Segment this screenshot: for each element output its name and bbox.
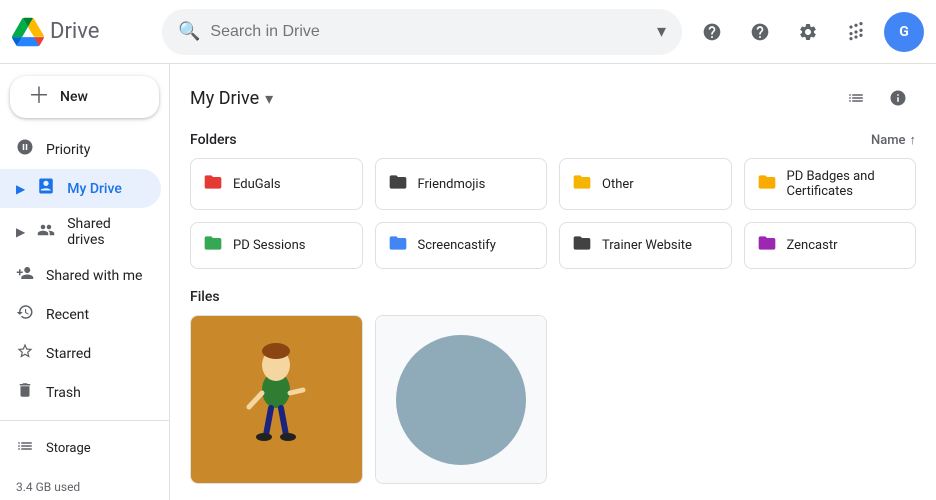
new-plus-icon: ＋ bbox=[28, 86, 50, 108]
drive-logo-icon bbox=[12, 16, 44, 48]
starred-icon bbox=[16, 342, 34, 365]
account-button[interactable]: G bbox=[884, 12, 924, 52]
search-bar[interactable]: 🔍 ▾ bbox=[162, 9, 682, 55]
sidebar-item-starred[interactable]: Starred bbox=[0, 334, 161, 373]
folder-card-pd-badges[interactable]: PD Badges and Certificates bbox=[744, 158, 917, 210]
content-area: My Drive ▾ Folders Name ↑ bbox=[170, 64, 936, 500]
my-drive-icon bbox=[37, 177, 55, 200]
recent-icon bbox=[16, 303, 34, 326]
search-dropdown-icon[interactable]: ▾ bbox=[657, 21, 666, 42]
sidebar-item-recent[interactable]: Recent bbox=[0, 295, 161, 334]
folder-card-friendmojis[interactable]: Friendmojis bbox=[375, 158, 548, 210]
list-view-button[interactable] bbox=[838, 80, 874, 116]
shared-with-me-icon bbox=[16, 264, 34, 287]
drawing-circle bbox=[396, 335, 526, 465]
folder-name-trainer-website: Trainer Website bbox=[602, 238, 692, 253]
storage-label: Storage bbox=[46, 441, 91, 456]
drive-title[interactable]: My Drive ▾ bbox=[190, 88, 273, 109]
sidebar-item-priority[interactable]: Priority bbox=[0, 130, 161, 169]
main-layout: ＋ New Priority ▶ My Drive ▶ Shared drive… bbox=[0, 64, 936, 500]
apps-button[interactable] bbox=[836, 12, 876, 52]
sidebar-item-trash-label: Trash bbox=[46, 385, 81, 401]
sidebar-item-my-drive-label: My Drive bbox=[67, 181, 122, 197]
drive-title-text: My Drive bbox=[190, 88, 259, 109]
bitmoji-figure bbox=[231, 335, 321, 465]
storage-used-label: 3.4 GB used bbox=[16, 480, 80, 494]
sort-arrow-icon: ↑ bbox=[910, 132, 917, 148]
priority-icon bbox=[16, 138, 34, 161]
folder-name-pd-badges: PD Badges and Certificates bbox=[787, 169, 904, 199]
folders-section-label: Folders Name ↑ bbox=[190, 132, 916, 148]
folder-icon-pd-sessions bbox=[203, 233, 223, 258]
settings-button[interactable] bbox=[788, 12, 828, 52]
shared-drives-icon bbox=[37, 221, 55, 244]
sidebar-item-shared-drives-label: Shared drives bbox=[67, 216, 149, 248]
help-feedback-button[interactable] bbox=[692, 12, 732, 52]
folders-label-text: Folders bbox=[190, 132, 237, 148]
sidebar: ＋ New Priority ▶ My Drive ▶ Shared drive… bbox=[0, 64, 170, 500]
search-input[interactable] bbox=[210, 23, 647, 41]
support-button[interactable] bbox=[740, 12, 780, 52]
folder-icon-screencastify bbox=[388, 233, 408, 258]
folder-name-pd-sessions: PD Sessions bbox=[233, 238, 305, 253]
file-card-untitled-drawing[interactable]: Untitled drawing bbox=[375, 315, 548, 484]
folder-card-screencastify[interactable]: Screencastify bbox=[375, 222, 548, 269]
sidebar-item-starred-label: Starred bbox=[46, 346, 91, 362]
sidebar-item-shared-with-me[interactable]: Shared with me bbox=[0, 256, 161, 295]
folder-card-zencastr[interactable]: Zencastr bbox=[744, 222, 917, 269]
bitmoji-file-footer: Bitmoji Sticker Template bbox=[191, 483, 362, 484]
folder-grid: EduGals Friendmojis Other PD Badges and … bbox=[190, 158, 916, 269]
folder-name-zencastr: Zencastr bbox=[787, 238, 838, 253]
file-card-bitmoji[interactable]: Bitmoji Sticker Template bbox=[190, 315, 363, 484]
topbar-icons: G bbox=[692, 12, 924, 52]
folder-icon-trainer-website bbox=[572, 233, 592, 258]
folder-card-other[interactable]: Other bbox=[559, 158, 732, 210]
folder-card-trainer-website[interactable]: Trainer Website bbox=[559, 222, 732, 269]
files-grid: Bitmoji Sticker Template Untitled drawin… bbox=[190, 315, 916, 484]
sidebar-item-recent-label: Recent bbox=[46, 307, 89, 323]
new-button[interactable]: ＋ New bbox=[10, 76, 159, 118]
sidebar-item-shared-with-me-label: Shared with me bbox=[46, 268, 142, 284]
files-label-text: Files bbox=[190, 289, 220, 305]
folder-card-edugals[interactable]: EduGals bbox=[190, 158, 363, 210]
sort-control[interactable]: Name ↑ bbox=[871, 132, 916, 148]
folder-name-screencastify: Screencastify bbox=[418, 238, 496, 253]
sidebar-item-priority-label: Priority bbox=[46, 142, 90, 158]
logo-text: Drive bbox=[50, 19, 99, 44]
sidebar-item-storage[interactable]: Storage bbox=[0, 429, 161, 468]
storage-icon bbox=[16, 437, 34, 460]
files-section-label: Files bbox=[190, 289, 916, 305]
folder-name-friendmojis: Friendmojis bbox=[418, 177, 486, 192]
folder-icon-pd-badges bbox=[757, 172, 777, 197]
folder-card-pd-sessions[interactable]: PD Sessions bbox=[190, 222, 363, 269]
drawing-thumbnail bbox=[376, 316, 547, 483]
search-icon: 🔍 bbox=[178, 21, 200, 42]
drawing-file-footer: Untitled drawing bbox=[376, 483, 547, 484]
folder-icon-zencastr bbox=[757, 233, 777, 258]
my-drive-expand-icon: ▶ bbox=[16, 182, 25, 196]
folder-icon-other bbox=[572, 172, 592, 197]
sort-label-text: Name bbox=[871, 133, 906, 148]
header-actions bbox=[838, 80, 916, 116]
new-button-label: New bbox=[60, 89, 88, 105]
sidebar-item-trash[interactable]: Trash bbox=[0, 373, 161, 412]
shared-drives-expand-icon: ▶ bbox=[16, 225, 25, 239]
folder-icon-edugals bbox=[203, 172, 223, 197]
info-button[interactable] bbox=[880, 80, 916, 116]
sidebar-item-shared-drives[interactable]: ▶ Shared drives bbox=[0, 208, 161, 256]
folder-icon-friendmojis bbox=[388, 172, 408, 197]
topbar: Drive 🔍 ▾ G bbox=[0, 0, 936, 64]
folder-name-edugals: EduGals bbox=[233, 177, 281, 192]
bitmoji-thumbnail bbox=[191, 316, 362, 483]
content-header: My Drive ▾ bbox=[190, 80, 916, 116]
sidebar-item-my-drive[interactable]: ▶ My Drive bbox=[0, 169, 161, 208]
storage-section: 3.4 GB used bbox=[0, 468, 169, 500]
drive-title-chevron-icon: ▾ bbox=[265, 89, 273, 108]
folder-name-other: Other bbox=[602, 177, 634, 192]
trash-icon bbox=[16, 381, 34, 404]
logo-area: Drive bbox=[12, 16, 152, 48]
